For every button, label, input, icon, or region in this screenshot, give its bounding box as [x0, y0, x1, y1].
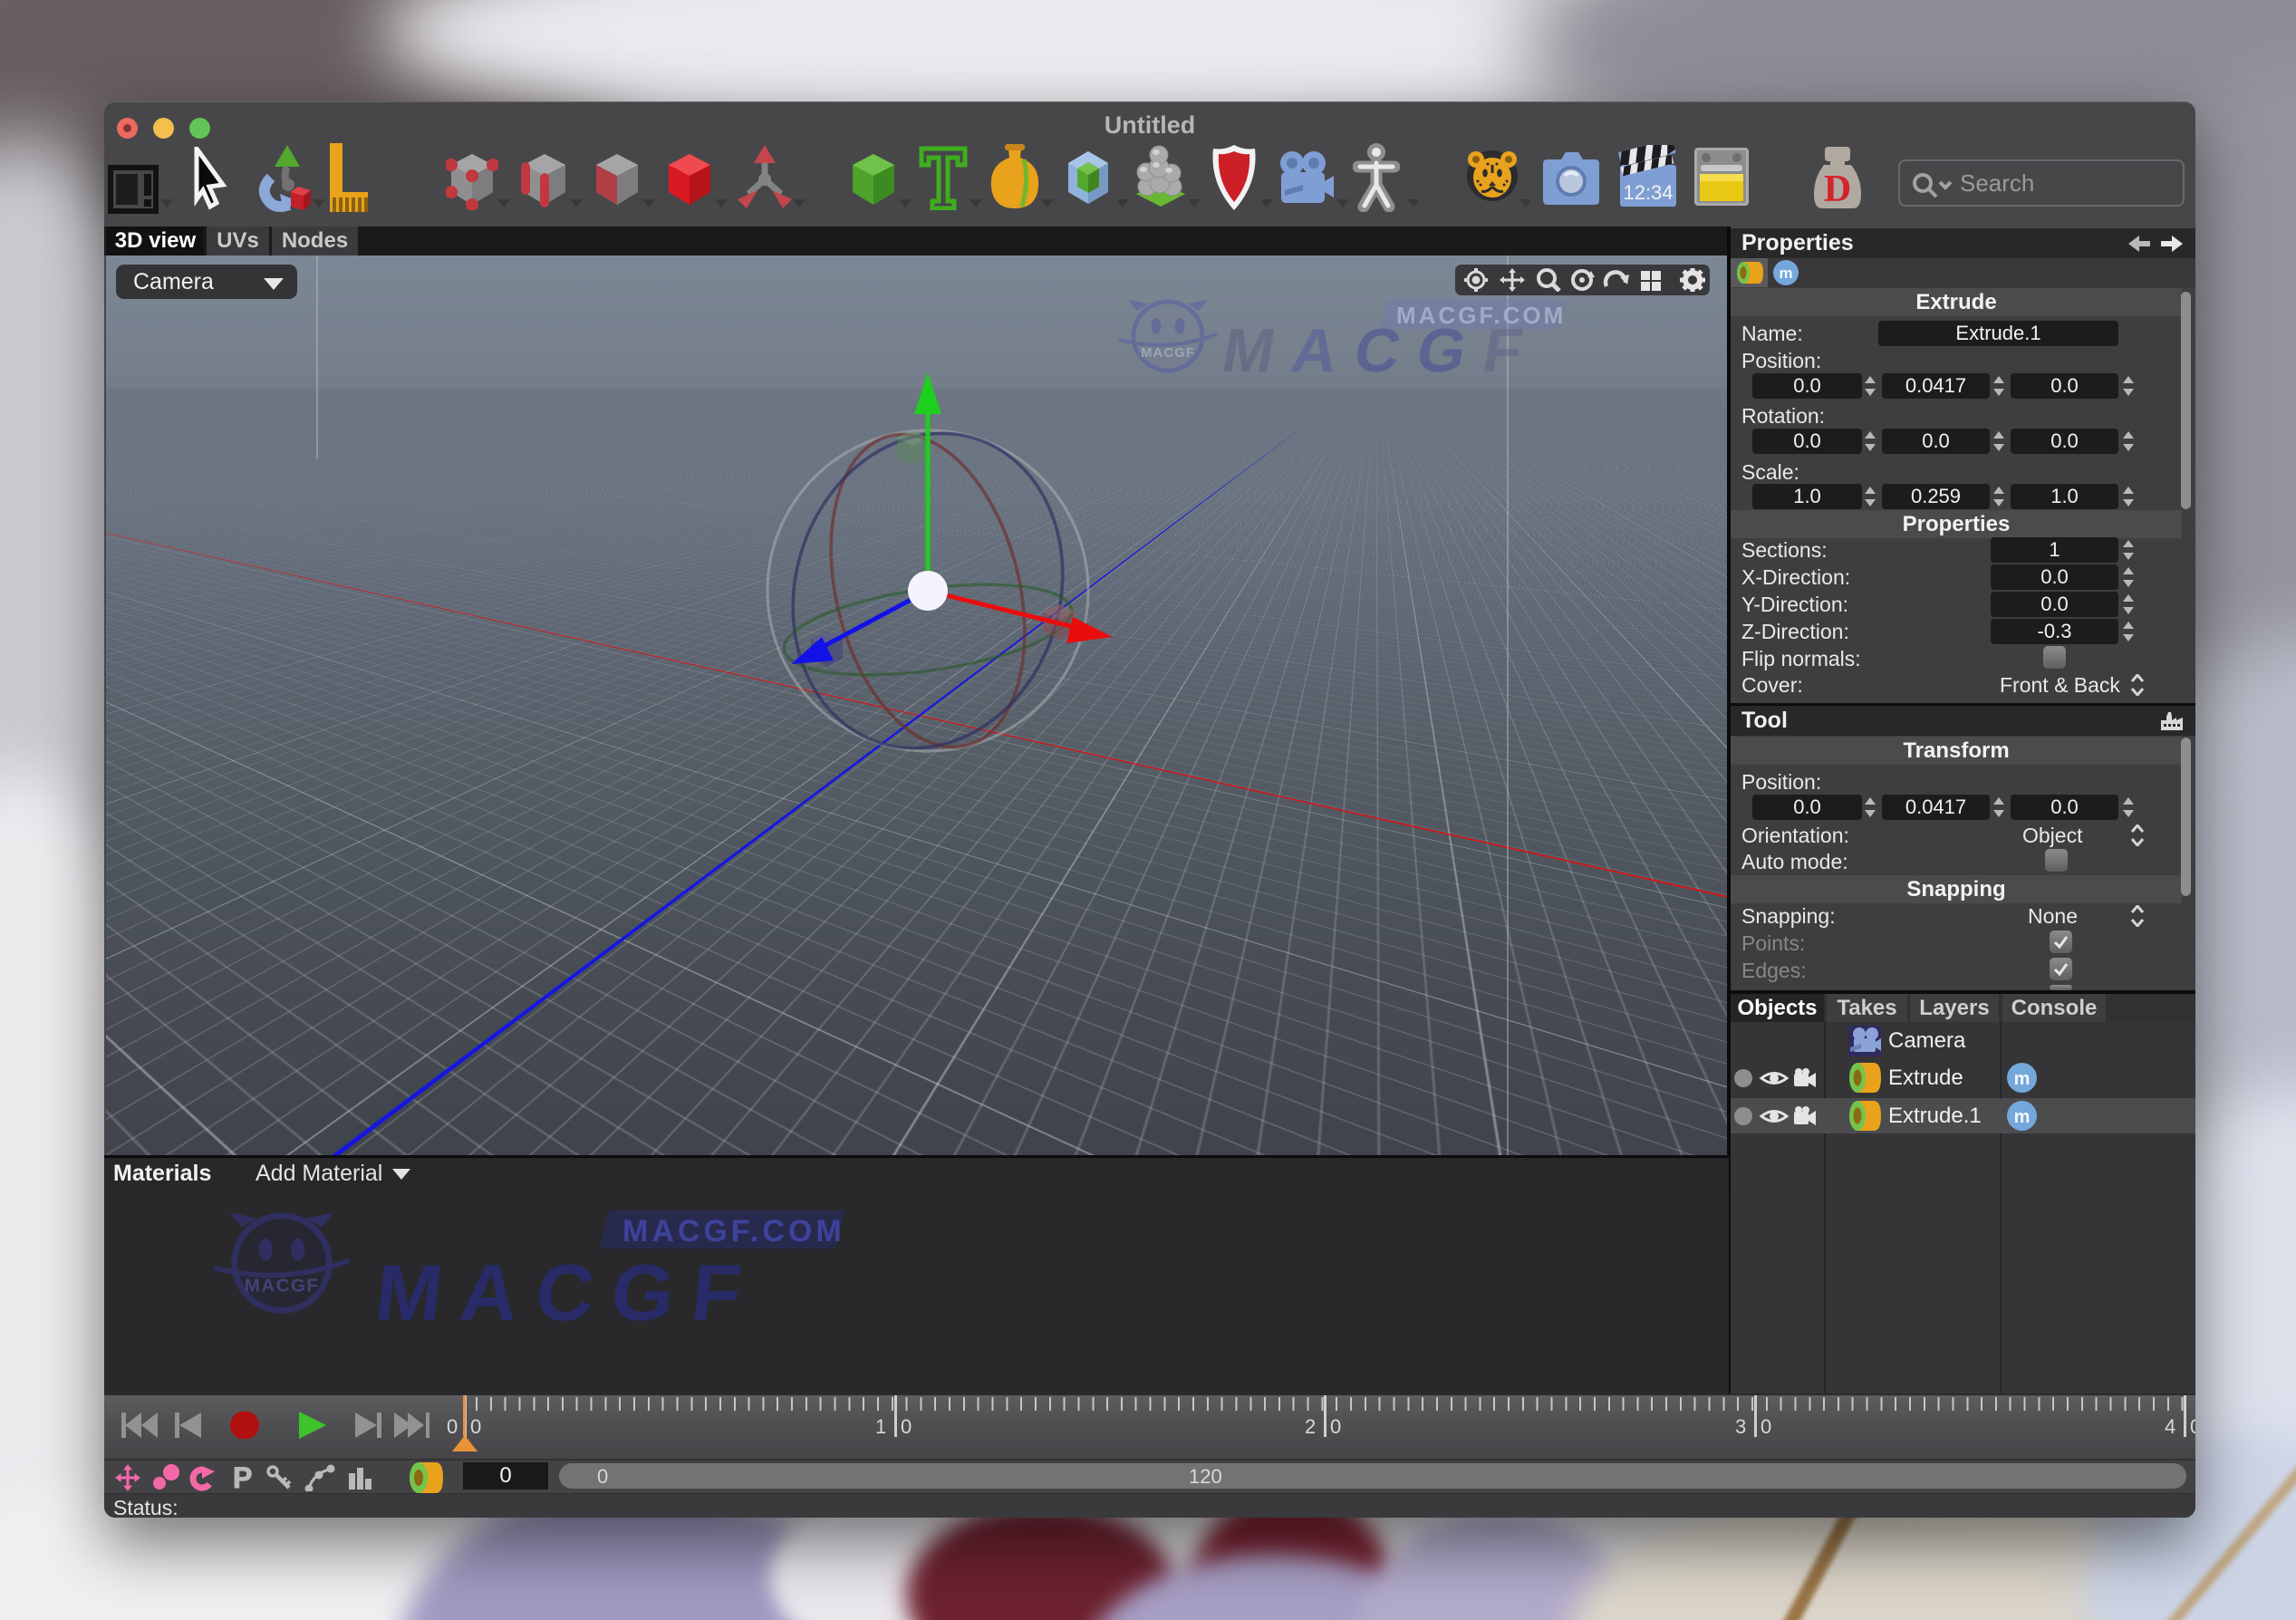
svg-text:D: D: [1824, 169, 1851, 210]
svg-text:P: P: [233, 1464, 252, 1491]
svg-text:m: m: [2014, 1069, 2031, 1089]
svg-text:12:34: 12:34: [1623, 181, 1673, 204]
svg-text:MACGF: MACGF: [1141, 345, 1195, 361]
svg-text:m: m: [1779, 265, 1792, 282]
svg-text:MACGF: MACGF: [245, 1276, 319, 1297]
svg-text:m: m: [2014, 1107, 2031, 1127]
